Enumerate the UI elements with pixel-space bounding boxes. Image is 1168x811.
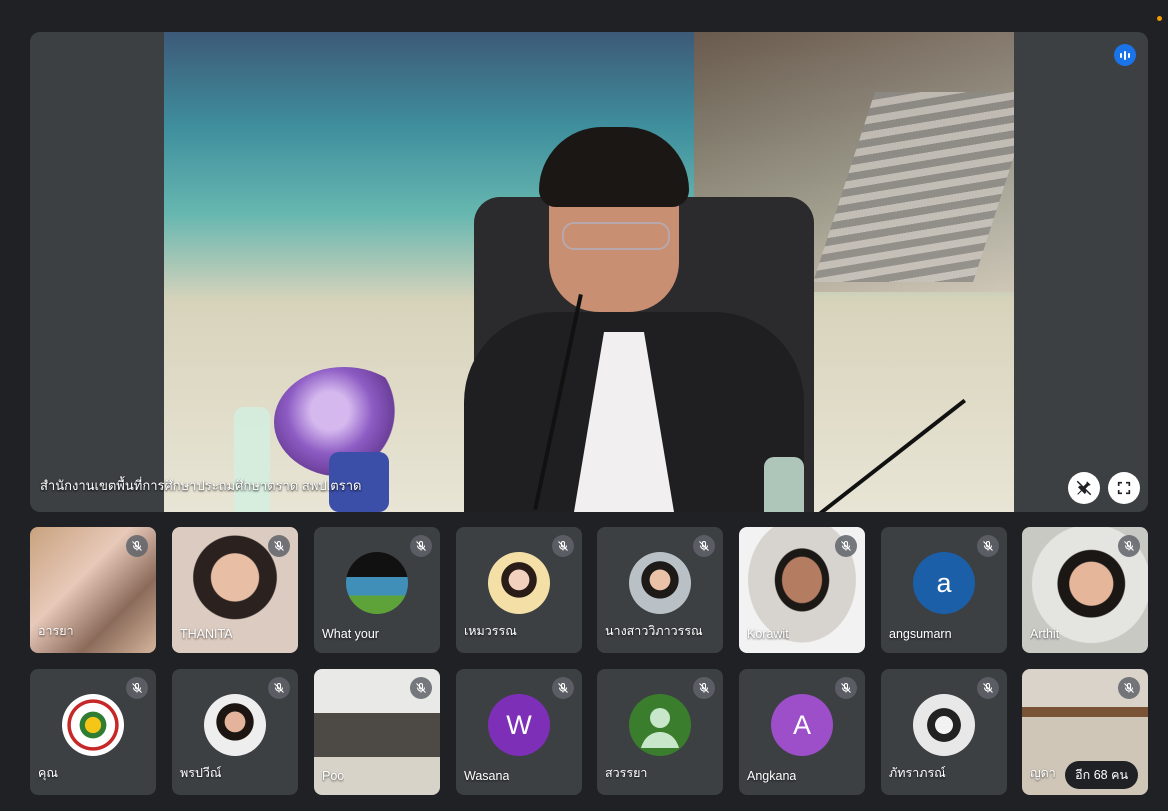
participant-name: เหมวรรณ [464,624,517,638]
participant-name: Poo [322,769,345,783]
audio-level-icon [1114,44,1136,66]
participant-name: พรปวีณ์ [180,766,222,780]
participant-name: THANITA [180,627,233,641]
participant-name: angsumarn [889,627,952,641]
speaker-video [164,32,1014,512]
participant-tile[interactable]: ภัทราภรณ์ [881,669,1007,795]
avatar: A [771,694,833,756]
mic-off-icon [552,677,574,699]
avatar [346,552,408,614]
mic-off-icon [1118,535,1140,557]
participant-tile[interactable]: ญดา อีก 68 คน [1022,669,1148,795]
mic-off-icon [835,677,857,699]
school-logo [62,694,124,756]
participant-name: Arthit [1030,627,1060,641]
avatar [204,694,266,756]
participant-name: ญดา [1030,766,1056,780]
participant-tile[interactable]: W Wasana [456,669,582,795]
mic-off-icon [1118,677,1140,699]
participant-tile[interactable]: A Angkana [739,669,865,795]
participant-tile[interactable]: คุณ [30,669,156,795]
participant-tile[interactable]: Korawit [739,527,865,653]
avatar [913,694,975,756]
default-avatar-icon [629,694,691,756]
avatar: W [488,694,550,756]
participant-tile[interactable]: พรปวีณ์ [172,669,298,795]
mic-off-icon [693,535,715,557]
mic-off-icon [268,677,290,699]
mic-off-icon [977,677,999,699]
participant-tile[interactable]: สวรรยา [597,669,723,795]
mic-off-icon [552,535,574,557]
participant-tile[interactable]: THANITA [172,527,298,653]
fullscreen-icon [1117,481,1131,495]
participant-name: Angkana [747,769,797,783]
participant-name: Wasana [464,769,510,783]
participant-name: สวรรยา [605,766,648,780]
avatar [629,552,691,614]
mic-off-icon [977,535,999,557]
fullscreen-button[interactable] [1108,472,1140,504]
participant-tile[interactable]: Poo [314,669,440,795]
mic-off-icon [410,677,432,699]
mic-off-icon [693,677,715,699]
more-participants-button[interactable]: อีก 68 คน [1065,761,1138,789]
participant-tile[interactable]: a angsumarn [881,527,1007,653]
unpin-button[interactable] [1068,472,1100,504]
participant-tile[interactable]: Arthit [1022,527,1148,653]
participant-name: อารยา [38,624,74,638]
mic-off-icon [410,535,432,557]
participant-name: ภัทราภรณ์ [889,766,946,780]
avatar [488,552,550,614]
mic-off-icon [126,535,148,557]
participant-name: Korawit [747,627,789,641]
participant-name: นางสาววิภาวรรณ [605,624,703,638]
mic-off-icon [835,535,857,557]
unpin-icon [1076,480,1092,496]
speaker-name: สำนักงานเขตพื้นที่การศึกษาประถมศึกษาตราด… [40,478,362,493]
participant-name: คุณ [38,766,58,780]
participant-tile[interactable]: อารยา [30,527,156,653]
participant-name: What your [322,627,379,641]
participant-tile[interactable]: เหมวรรณ [456,527,582,653]
mic-off-icon [126,677,148,699]
mic-off-icon [268,535,290,557]
status-dot [1157,16,1162,21]
participant-tile[interactable]: What your [314,527,440,653]
participant-tile[interactable]: นางสาววิภาวรรณ [597,527,723,653]
main-speaker-tile[interactable]: สำนักงานเขตพื้นที่การศึกษาประถมศึกษาตราด… [30,32,1148,512]
avatar: a [913,552,975,614]
